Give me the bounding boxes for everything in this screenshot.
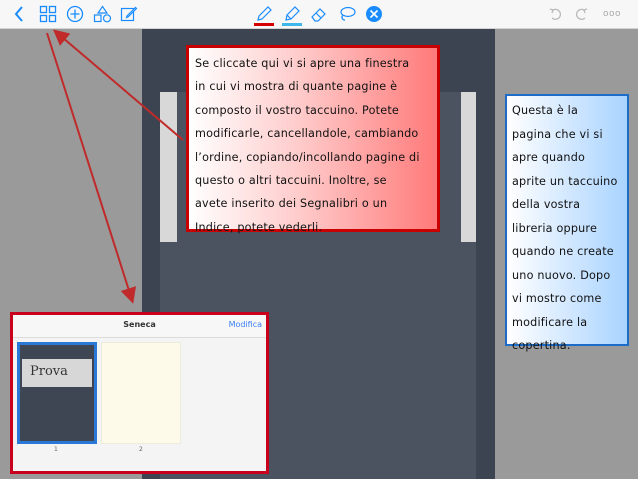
- callout-red: Se cliccate qui vi si apre una finestra …: [186, 45, 440, 234]
- popover-header: Seneca Modifica: [13, 315, 266, 338]
- shapes-icon[interactable]: [92, 4, 112, 24]
- top-toolbar: ooo: [0, 0, 638, 29]
- thumbnail-label: Prova: [30, 364, 68, 379]
- edit-button[interactable]: Modifica: [229, 320, 262, 329]
- close-icon[interactable]: [364, 4, 384, 24]
- pages-popover-screenshot: Seneca Modifica Prova 1 2: [10, 312, 269, 474]
- callout-blue-text: Questa è la pagina che vi si apre quando…: [512, 104, 618, 352]
- highlighter-color-indicator: [282, 23, 302, 26]
- grid-icon[interactable]: [38, 4, 58, 24]
- back-chevron-icon[interactable]: [10, 4, 28, 24]
- pen-icon[interactable]: [254, 4, 274, 24]
- redo-icon[interactable]: [572, 4, 590, 24]
- eraser-icon[interactable]: [309, 4, 329, 24]
- page-thumbnail-2[interactable]: [101, 342, 181, 444]
- page-thumbnail-1[interactable]: Prova: [17, 342, 97, 444]
- callout-red-text: Se cliccate qui vi si apre una finestra …: [195, 57, 420, 234]
- undo-icon[interactable]: [547, 4, 565, 24]
- more-icon[interactable]: ooo: [599, 4, 625, 24]
- edit-icon[interactable]: [119, 4, 139, 24]
- add-circle-icon[interactable]: [65, 4, 85, 24]
- lasso-icon[interactable]: [337, 4, 357, 24]
- page-number-2: 2: [139, 446, 143, 453]
- highlighter-icon[interactable]: [282, 4, 302, 24]
- callout-blue: Questa è la pagina che vi si apre quando…: [505, 94, 629, 352]
- pen-color-indicator: [254, 23, 274, 26]
- page-number-1: 1: [54, 446, 58, 453]
